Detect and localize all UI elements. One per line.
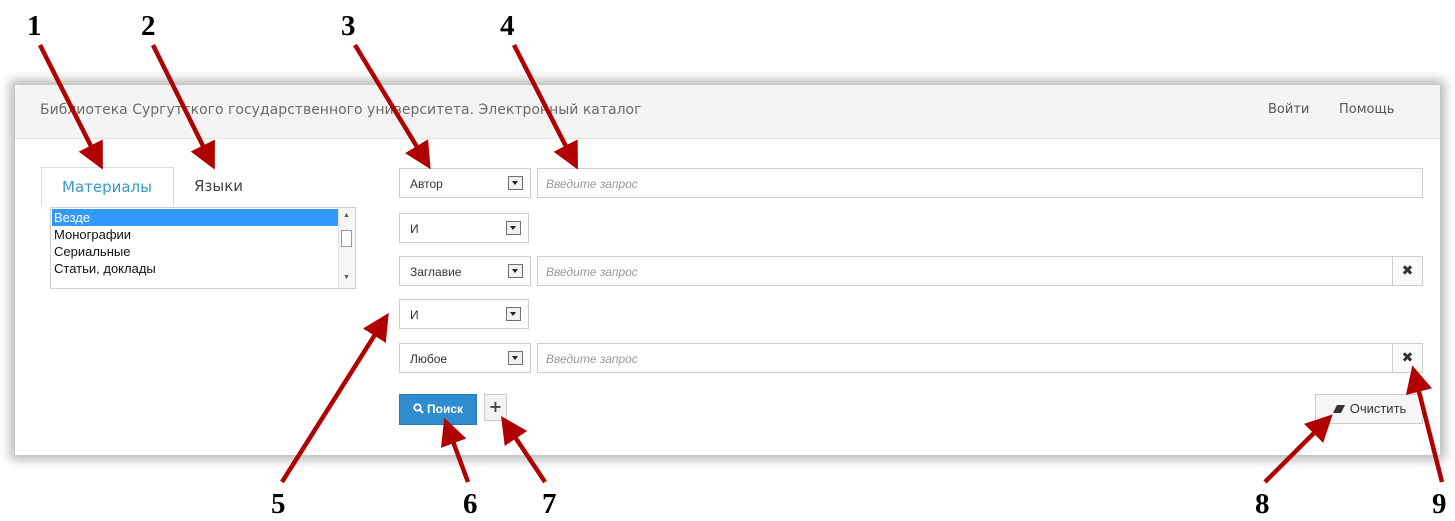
listbox-scrollbar[interactable]: ▲ ▼ (338, 208, 355, 288)
materials-listbox[interactable]: Везде Монографии Сериальные Статьи, докл… (50, 207, 356, 289)
field-select-value: Любое (410, 352, 448, 366)
operator-select-2[interactable]: И (399, 299, 529, 329)
callout-3: 3 (341, 10, 356, 42)
query-input-any[interactable]: Введите запрос (537, 343, 1393, 373)
remove-row-button[interactable]: ✖ (1393, 256, 1423, 286)
field-select-any[interactable]: Любое (399, 343, 531, 373)
operator-select-value: И (410, 222, 419, 236)
list-item[interactable]: Статьи, доклады (52, 260, 339, 277)
operator-select-value: И (410, 308, 419, 322)
help-link[interactable]: Помощь (1339, 102, 1394, 117)
callout-9: 9 (1432, 488, 1447, 520)
callout-7: 7 (542, 488, 557, 520)
list-item[interactable]: Монографии (52, 226, 339, 243)
magnifier-icon (413, 403, 424, 414)
callout-5: 5 (271, 488, 286, 520)
remove-row-button[interactable]: ✖ (1393, 343, 1423, 373)
callout-8: 8 (1255, 488, 1270, 520)
search-button[interactable]: Поиск (399, 394, 477, 425)
dropdown-arrow-icon[interactable] (506, 221, 521, 235)
callout-2: 2 (141, 10, 156, 42)
catalog-window: Библиотека Сургутского государственного … (15, 85, 1440, 455)
scroll-thumb[interactable] (341, 230, 352, 247)
list-item[interactable]: Везде (52, 209, 339, 226)
tab-materials[interactable]: Материалы (41, 167, 174, 207)
operator-select-1[interactable]: И (399, 213, 529, 243)
callout-4: 4 (500, 10, 515, 42)
field-select-title[interactable]: Заглавие (399, 256, 531, 286)
eraser-icon (1332, 405, 1345, 413)
add-row-button[interactable]: + (484, 394, 507, 421)
dropdown-arrow-icon[interactable] (508, 351, 523, 365)
query-input-title[interactable]: Введите запрос (537, 256, 1393, 286)
tab-languages[interactable]: Языки (174, 167, 263, 205)
field-select-author[interactable]: Автор (399, 168, 531, 198)
callout-6: 6 (463, 488, 478, 520)
dropdown-arrow-icon[interactable] (506, 307, 521, 321)
search-button-label: Поиск (426, 402, 463, 416)
field-select-value: Заглавие (410, 265, 462, 279)
query-placeholder: Введите запрос (546, 265, 638, 279)
query-input-author[interactable]: Введите запрос (537, 168, 1423, 198)
dropdown-arrow-icon[interactable] (508, 264, 523, 278)
login-link[interactable]: Войти (1268, 102, 1309, 117)
dropdown-arrow-icon[interactable] (508, 176, 523, 190)
field-select-value: Автор (410, 177, 443, 191)
query-placeholder: Введите запрос (546, 177, 638, 191)
scroll-down-icon[interactable]: ▼ (343, 274, 350, 281)
callout-1: 1 (27, 10, 42, 42)
clear-button-label: Очистить (1349, 401, 1407, 416)
scroll-up-icon[interactable]: ▲ (343, 212, 350, 219)
clear-button[interactable]: Очистить (1315, 394, 1423, 424)
brand-title[interactable]: Библиотека Сургутского государственного … (40, 102, 641, 118)
navbar: Библиотека Сургутского государственного … (15, 85, 1440, 139)
query-placeholder: Введите запрос (546, 352, 638, 366)
list-item[interactable]: Сериальные (52, 243, 339, 260)
